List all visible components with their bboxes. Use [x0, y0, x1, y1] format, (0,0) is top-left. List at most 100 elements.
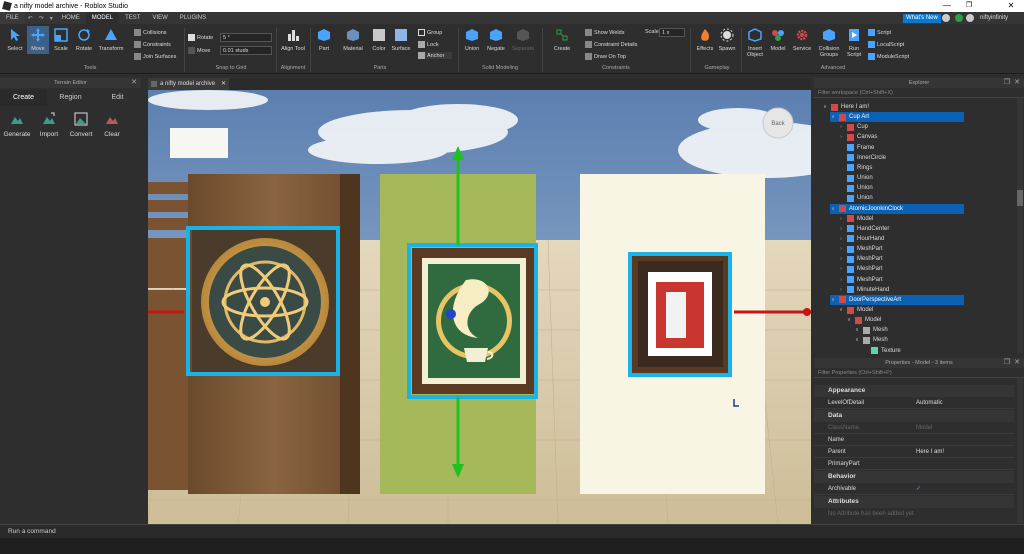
tree-item[interactable]: › Model — [838, 214, 873, 224]
distant-block[interactable] — [170, 128, 228, 158]
draw-on-top-toggle[interactable]: Draw On Top — [585, 53, 626, 60]
spawn-button[interactable]: Spawn — [716, 28, 738, 52]
properties-scrollbar[interactable] — [1017, 378, 1023, 523]
3d-viewport[interactable]: Back — [148, 90, 811, 524]
tab-view[interactable]: VIEW — [146, 12, 173, 24]
run-script-button[interactable]: Run Script — [843, 28, 865, 58]
tab-region[interactable]: Region — [47, 90, 94, 106]
constraint-scale-input[interactable]: 1 x — [659, 28, 685, 37]
whats-new-button[interactable]: What's New — [903, 14, 941, 23]
clear-tool[interactable]: Clear — [97, 112, 127, 138]
chevron-right-icon[interactable]: › — [838, 132, 844, 142]
tree-item[interactable]: Union — [838, 173, 873, 183]
redo-icon[interactable]: ↷ — [36, 15, 47, 22]
tree-item[interactable]: › MeshPart — [838, 275, 883, 285]
chevron-down-icon[interactable]: ∨ — [830, 112, 836, 122]
select-tool[interactable]: Select — [4, 28, 26, 52]
close-panel-icon[interactable]: ✕ — [1014, 78, 1020, 88]
tree-item[interactable]: Rings — [838, 163, 872, 173]
service-button[interactable]: Service — [790, 28, 814, 52]
tree-item[interactable]: › MinuteHand — [838, 285, 889, 295]
undock-icon[interactable]: ❐ — [1004, 78, 1010, 88]
tab-edit[interactable]: Edit — [94, 90, 141, 106]
username[interactable]: niftyinfinity — [980, 12, 1008, 24]
prop-parent-value[interactable]: Here I am! — [916, 446, 944, 458]
lock-button[interactable]: Lock — [418, 41, 439, 48]
archivable-checkbox-icon[interactable]: ✓ — [916, 483, 921, 495]
tree-item[interactable]: ∨ DoorPerspectiveArt — [830, 294, 964, 305]
rotate-tool[interactable]: Rotate — [73, 28, 95, 52]
union-button[interactable]: Union — [461, 28, 483, 52]
snap-rotate-input[interactable]: 5 ° — [220, 33, 272, 42]
group-button[interactable]: Group — [418, 29, 442, 36]
user-icon[interactable] — [966, 14, 974, 22]
script-button[interactable]: Script — [868, 29, 891, 36]
move-tool[interactable]: Move — [27, 26, 49, 54]
category-attributes[interactable]: Attributes — [814, 496, 1014, 508]
snap-rotate-toggle[interactable]: Rotate — [188, 34, 213, 41]
prop-parent[interactable]: Parent Here I am! — [814, 446, 1014, 458]
tree-item[interactable]: ∨ Model — [838, 305, 873, 315]
tree-item[interactable]: › Cup — [838, 122, 868, 132]
close-button[interactable]: ✕ — [1000, 0, 1022, 12]
share-icon[interactable] — [955, 14, 963, 22]
properties-filter-input[interactable]: Filter Properties (Ctrl+Shift+P) — [814, 368, 1024, 378]
help-icon[interactable] — [942, 14, 950, 22]
chevron-right-icon[interactable]: › — [838, 275, 844, 285]
separate-button[interactable]: Separate — [509, 28, 537, 52]
category-data[interactable]: Data — [814, 410, 1014, 422]
undock-icon[interactable]: ❐ — [1004, 358, 1010, 368]
tab-test[interactable]: TEST — [119, 12, 146, 24]
tree-item[interactable]: › HandCenter — [838, 224, 889, 234]
chevron-right-icon[interactable]: › — [838, 285, 844, 295]
chevron-down-icon[interactable]: ∨ — [854, 335, 860, 345]
tree-item[interactable]: ∨ Model — [846, 315, 881, 325]
wooden-beams[interactable] — [148, 182, 188, 490]
tree-item[interactable]: ∨ Here I am! — [822, 102, 869, 112]
create-constraint-button[interactable]: Create — [550, 28, 574, 52]
tree-item[interactable]: › Canvas — [838, 132, 877, 142]
prop-level-of-detail[interactable]: LevelOfDetail Automatic — [814, 397, 1014, 409]
tree-item[interactable]: › HourHand — [838, 234, 884, 244]
explorer-scrollbar[interactable] — [1017, 98, 1023, 353]
tree-item[interactable]: ∨ Cup Art — [830, 112, 964, 123]
collisions-toggle[interactable]: Collisions — [134, 29, 167, 36]
color-button[interactable]: Color — [368, 28, 390, 52]
transform-tool[interactable]: Transform — [96, 28, 126, 52]
module-script-button[interactable]: ModuleScript — [868, 53, 909, 60]
quick-access-icon[interactable]: ▾ — [47, 15, 56, 22]
part-button[interactable]: Part — [313, 28, 335, 52]
maximize-button[interactable]: ❐ — [958, 0, 980, 12]
align-tool[interactable]: Align Tool — [280, 28, 306, 52]
tree-item[interactable]: › MeshPart — [838, 244, 883, 254]
prop-archivable[interactable]: Archivable ✓ — [814, 483, 1014, 495]
surface-button[interactable]: Surface — [389, 28, 413, 52]
effects-button[interactable]: Effects — [694, 28, 716, 52]
chevron-right-icon[interactable]: › — [838, 254, 844, 264]
close-tab-icon[interactable]: ✕ — [221, 78, 226, 90]
tree-item[interactable]: › MeshPart — [838, 254, 883, 264]
chevron-down-icon[interactable]: ∨ — [822, 102, 828, 112]
chevron-down-icon[interactable]: ∨ — [846, 315, 852, 325]
tab-model[interactable]: MODEL — [85, 12, 120, 24]
atomic-clock-art[interactable] — [192, 230, 338, 374]
chevron-right-icon[interactable]: › — [838, 234, 844, 244]
anchor-button[interactable]: Anchor — [418, 52, 453, 59]
convert-tool[interactable]: Convert — [66, 112, 96, 138]
tab-home[interactable]: HOME — [56, 12, 86, 24]
tab-plugins[interactable]: PLUGINS — [174, 12, 212, 24]
command-bar[interactable]: Run a command — [0, 524, 1024, 538]
category-behavior[interactable]: Behavior — [814, 471, 1014, 483]
document-tab[interactable]: a nifty model archive ✕ — [148, 78, 230, 90]
prop-level-of-detail-value[interactable]: Automatic — [916, 397, 943, 409]
tree-item[interactable]: ∨ AtomicJoonkinClock — [830, 203, 964, 214]
tab-create[interactable]: Create — [0, 90, 47, 106]
join-surfaces-toggle[interactable]: Join Surfaces — [134, 53, 176, 60]
chevron-down-icon[interactable]: ∨ — [830, 204, 836, 214]
constraint-details-toggle[interactable]: Constraint Details — [585, 41, 637, 48]
chevron-right-icon[interactable]: › — [838, 264, 844, 274]
collision-groups-button[interactable]: Collision Groups — [815, 28, 843, 58]
chevron-right-icon[interactable]: › — [838, 122, 844, 132]
tree-item[interactable]: › MeshPart — [838, 264, 883, 274]
chevron-right-icon[interactable]: › — [838, 224, 844, 234]
